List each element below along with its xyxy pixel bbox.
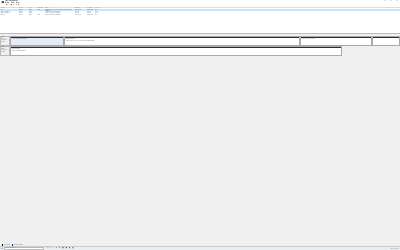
window-title: Disk Management [5, 1, 18, 2]
table-row[interactable]: Data (D:) Simple Basic NTFS Healthy (Bas… [0, 15, 400, 17]
column-volume[interactable]: Volume [0, 8, 19, 9]
column-file-system[interactable]: File System [37, 8, 45, 9]
cell: 812.00 GB [87, 15, 93, 17]
search-input[interactable]: Type here to search [4, 247, 44, 250]
disk-graphical-view: Disk 0 Basic 476.92 GB Online 100 MB Hea… [0, 34, 400, 244]
cell: 87 % [95, 15, 98, 17]
cell: Data (D:) [0, 15, 6, 17]
partition-unallocated[interactable]: Unallocated [372, 36, 400, 46]
partition-status: Healthy (Basic Data Partition) [11, 50, 26, 52]
taskbar: ⊞ Type here to search ❐ e 📁 ✉ ⚙ ▣ ▦ ◉ ▤ … [0, 246, 400, 250]
column-capacity[interactable]: Capacity [75, 8, 87, 9]
cell: Healthy (Basic Data Partition) [45, 15, 61, 17]
disk-status: Online [1, 41, 5, 43]
disk-1-row: Disk 1 Basic 931.51 GB Online Data (D:) … [0, 46, 400, 56]
partition-status: Healthy (Boot, Page File, Crash Dump, Ba… [65, 40, 95, 42]
column-percent-free[interactable]: % Free [95, 8, 105, 9]
partition-status: Healthy (Recovery Partition) [301, 39, 316, 41]
clock[interactable]: 11:42 AM [394, 249, 399, 250]
partition-d[interactable]: Data (D:) 931.50 GB NTFS Healthy (Basic … [10, 46, 342, 56]
cell: NTFS [37, 10, 41, 12]
column-layout[interactable]: Layout [19, 8, 29, 9]
cell: 931.50 GB [75, 15, 81, 17]
partition-recovery[interactable]: 750 MB Healthy (Recovery Partition) [300, 36, 372, 46]
partition-c[interactable]: (C:) 475.87 GB NTFS Healthy (Boot, Page … [64, 36, 300, 46]
partition-status: Unallocated [373, 38, 380, 40]
tray-overflow-icon[interactable]: ^ [390, 249, 391, 250]
cell: Basic [29, 15, 32, 17]
language-indicator[interactable]: ENG [391, 249, 393, 250]
disk-status: Online [1, 51, 5, 53]
volume-list: Volume Layout Type File System Status Ca… [0, 8, 400, 34]
column-free-space[interactable]: Free Spa... [87, 8, 95, 9]
column-type[interactable]: Type [29, 8, 37, 9]
partition-efi[interactable]: 100 MB Healthy (EFI System Partition) [10, 36, 64, 46]
cell: NTFS [37, 15, 41, 17]
disk-1-label[interactable]: Disk 1 Basic 931.51 GB Online [0, 46, 10, 56]
cell: Simple [19, 15, 23, 17]
partition-status: Healthy (EFI System Partition) [11, 39, 27, 41]
list-icon[interactable]: ▤ [18, 5, 20, 7]
disk-0-label[interactable]: Disk 0 Basic 476.92 GB Online [0, 36, 10, 46]
disk-0-row: Disk 0 Basic 476.92 GB Online 100 MB Hea… [0, 36, 400, 46]
